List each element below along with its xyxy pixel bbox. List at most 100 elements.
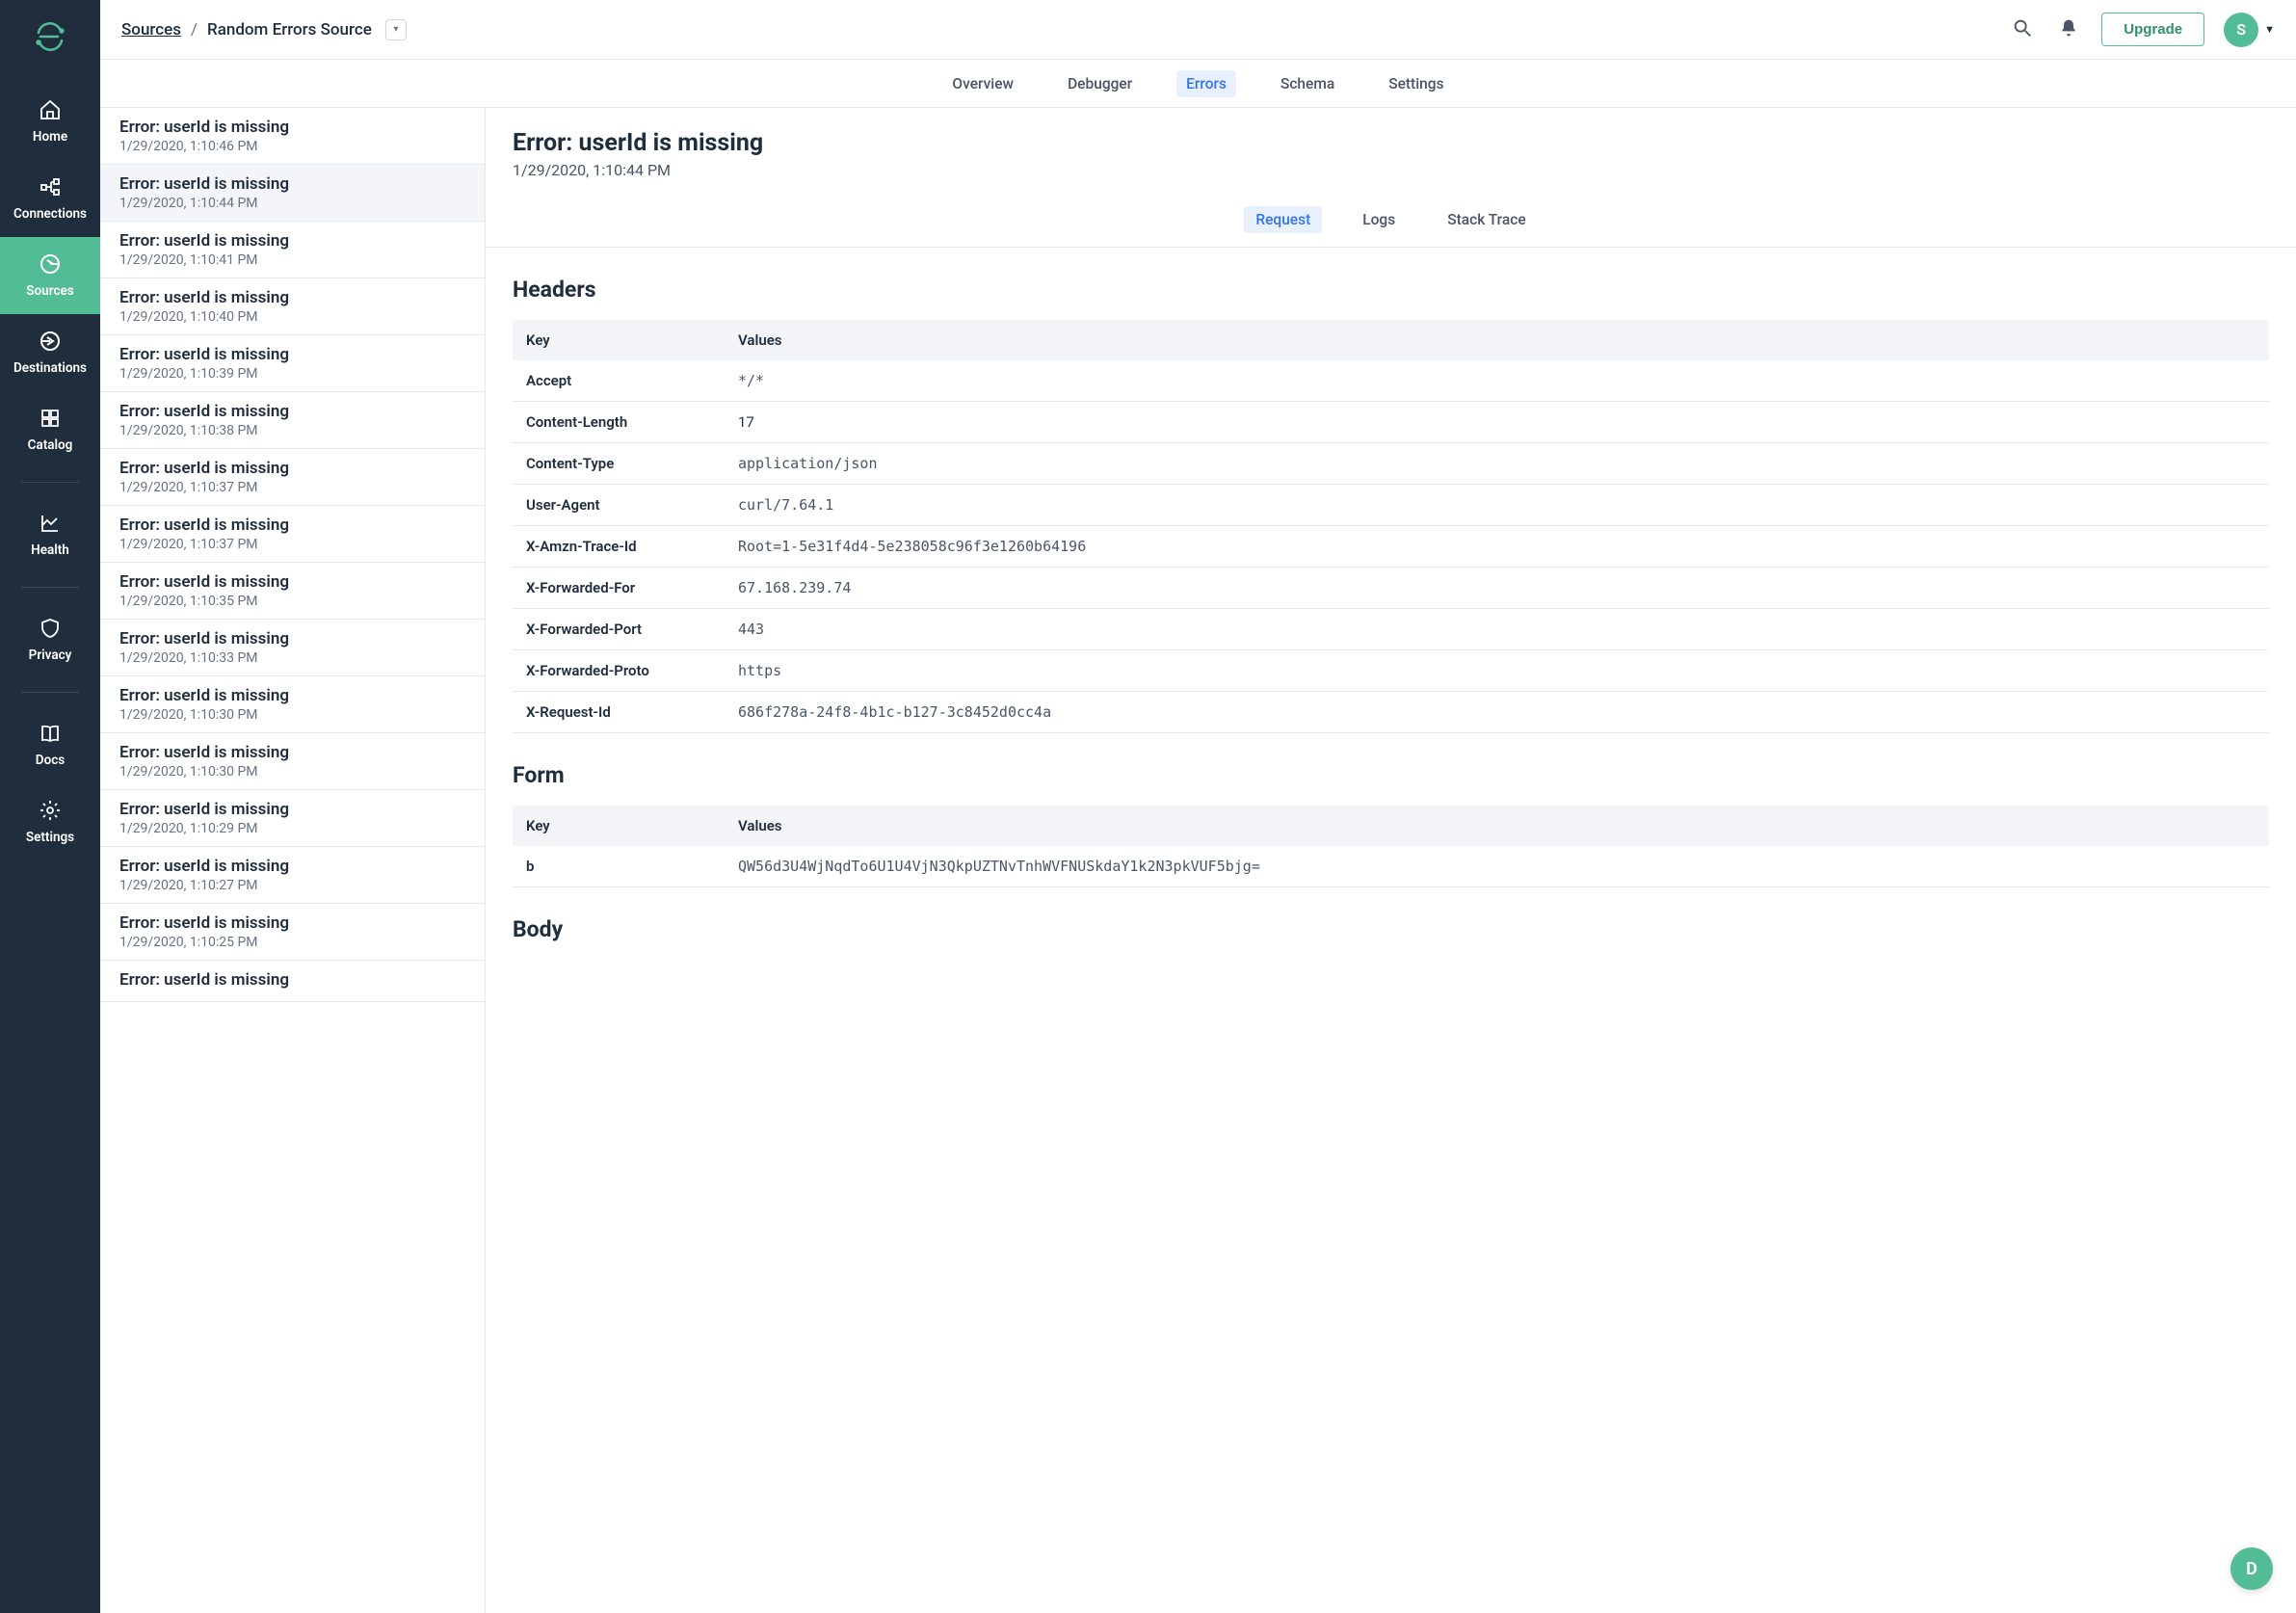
error-detail: Error: userId is missing 1/29/2020, 1:10… [486, 108, 2296, 1613]
error-item-title: Error: userId is missing [119, 913, 465, 933]
error-list-item[interactable]: Error: userId is missing1/29/2020, 1:10:… [100, 392, 485, 449]
table-row: X-Forwarded-Port443 [513, 609, 2269, 650]
table-row: X-Forwarded-Protohttps [513, 650, 2269, 692]
error-list-item[interactable]: Error: userId is missing1/29/2020, 1:10:… [100, 904, 485, 961]
search-button[interactable] [2009, 16, 2036, 43]
user-menu[interactable]: S ▼ [2224, 13, 2275, 47]
error-item-timestamp: 1/29/2020, 1:10:46 PM [119, 139, 465, 154]
sidebar-item-privacy[interactable]: Privacy [0, 601, 100, 678]
error-timestamp: 1/29/2020, 1:10:44 PM [513, 161, 2269, 179]
headers-table: Key Values Accept*/*Content-Length17Cont… [513, 320, 2269, 733]
table-row: X-Amzn-Trace-IdRoot=1-5e31f4d4-5e238058c… [513, 526, 2269, 568]
error-item-timestamp: 1/29/2020, 1:10:37 PM [119, 537, 465, 552]
sidebar-nav: Home Connections Sources Destinations [0, 83, 100, 860]
sidebar-item-sources[interactable]: Sources [0, 237, 100, 314]
home-icon [39, 98, 62, 121]
tab-overview[interactable]: Overview [942, 70, 1023, 97]
help-fab[interactable]: D [2230, 1547, 2273, 1590]
detail-tab-request[interactable]: Request [1244, 206, 1322, 233]
tab-debugger[interactable]: Debugger [1058, 70, 1142, 97]
error-list-item[interactable]: Error: userId is missing1/29/2020, 1:10:… [100, 563, 485, 620]
detail-tabs: Request Logs Stack Trace [486, 206, 2296, 248]
error-list-item[interactable]: Error: userId is missing [100, 961, 485, 1002]
sidebar-item-catalog[interactable]: Catalog [0, 391, 100, 468]
content: Error: userId is missing 1/29/2020, 1:10:… [100, 108, 2296, 1613]
sidebar-item-label: Sources [26, 283, 73, 299]
error-list-item[interactable]: Error: userId is missing1/29/2020, 1:10:… [100, 676, 485, 733]
error-item-timestamp: 1/29/2020, 1:10:40 PM [119, 309, 465, 325]
error-item-title: Error: userId is missing [119, 800, 465, 819]
tab-settings[interactable]: Settings [1379, 70, 1453, 97]
caret-down-icon: ▼ [2264, 23, 2275, 36]
error-item-title: Error: userId is missing [119, 516, 465, 535]
error-item-title: Error: userId is missing [119, 402, 465, 421]
error-list-item[interactable]: Error: userId is missing1/29/2020, 1:10:… [100, 108, 485, 165]
sidebar-item-label: Docs [36, 753, 65, 768]
sidebar-item-label: Privacy [29, 648, 72, 663]
sidebar-item-label: Home [33, 129, 67, 145]
logo[interactable] [0, 0, 100, 83]
error-list-item[interactable]: Error: userId is missing1/29/2020, 1:10:… [100, 790, 485, 847]
error-list-item[interactable]: Error: userId is missing1/29/2020, 1:10:… [100, 278, 485, 335]
error-list-item[interactable]: Error: userId is missing1/29/2020, 1:10:… [100, 847, 485, 904]
header-value: Root=1-5e31f4d4-5e238058c96f3e1260b64196 [725, 526, 2269, 568]
error-item-title: Error: userId is missing [119, 970, 465, 990]
book-icon [39, 722, 62, 745]
tab-errors[interactable]: Errors [1176, 70, 1236, 97]
error-list[interactable]: Error: userId is missing 1/29/2020, 1:10:… [100, 108, 486, 1613]
main: Sources / Random Errors Source ▾ [100, 0, 2296, 1613]
breadcrumb-current: Random Errors Source [207, 20, 372, 40]
error-list-item[interactable]: Error: userId is missing1/29/2020, 1:10:… [100, 449, 485, 506]
table-row: Content-Typeapplication/json [513, 443, 2269, 485]
error-list-item[interactable]: Error: userId is missing1/29/2020, 1:10:… [100, 620, 485, 676]
header-key: Content-Length [513, 402, 725, 443]
error-list-item[interactable]: Error: userId is missing 1/29/2020, 1:10:… [100, 506, 485, 563]
form-key: b [513, 846, 725, 887]
sidebar-item-connections[interactable]: Connections [0, 160, 100, 237]
sidebar-item-destinations[interactable]: Destinations [0, 314, 100, 391]
detail-tab-logs[interactable]: Logs [1351, 206, 1407, 233]
error-item-timestamp: 1/29/2020, 1:10:27 PM [119, 878, 465, 893]
source-dropdown-button[interactable]: ▾ [385, 19, 407, 40]
detail-tab-stack-trace[interactable]: Stack Trace [1436, 206, 1537, 233]
header-value: 443 [725, 609, 2269, 650]
th-values: Values [725, 806, 2269, 846]
notifications-button[interactable] [2055, 16, 2082, 43]
segment-logo-icon [33, 19, 67, 54]
sidebar-item-settings[interactable]: Settings [0, 783, 100, 860]
bell-icon [2059, 18, 2078, 41]
table-row: Content-Length17 [513, 402, 2269, 443]
sidebar-item-label: Settings [26, 830, 74, 845]
tab-schema[interactable]: Schema [1271, 70, 1344, 97]
sidebar-item-label: Health [31, 542, 69, 558]
header-value: */* [725, 360, 2269, 402]
error-list-item[interactable]: Error: userId is missing1/29/2020, 1:10:… [100, 222, 485, 278]
error-list-item[interactable]: Error: userId is missing1/29/2020, 1:10:… [100, 335, 485, 392]
sidebar-item-docs[interactable]: Docs [0, 706, 100, 783]
upgrade-button[interactable]: Upgrade [2101, 13, 2204, 46]
health-icon [39, 512, 62, 535]
error-item-title: Error: userId is missing [119, 231, 465, 251]
header-key: Content-Type [513, 443, 725, 485]
body-section-title: Body [513, 916, 2269, 942]
sidebar-item-home[interactable]: Home [0, 83, 100, 160]
error-list-item[interactable]: Error: userId is missing1/29/2020, 1:10:… [100, 733, 485, 790]
sidebar-item-label: Connections [13, 206, 87, 222]
error-item-timestamp: 1/29/2020, 1:10:35 PM [119, 594, 465, 609]
nav-divider [21, 692, 79, 693]
header-key: X-Amzn-Trace-Id [513, 526, 725, 568]
destinations-icon [39, 330, 62, 353]
source-tabs: Overview Debugger Errors Schema Settings [100, 60, 2296, 108]
header-value: 17 [725, 402, 2269, 443]
error-item-title: Error: userId is missing [119, 459, 465, 478]
sidebar-item-label: Catalog [28, 437, 73, 453]
avatar: S [2224, 13, 2258, 47]
error-item-timestamp: 1/29/2020, 1:10:39 PM [119, 366, 465, 382]
breadcrumb-root[interactable]: Sources [121, 20, 181, 40]
error-list-item[interactable]: Error: userId is missing1/29/2020, 1:10:… [100, 165, 485, 222]
sidebar-item-health[interactable]: Health [0, 496, 100, 573]
nav-divider [21, 482, 79, 483]
table-row: bQW56d3U4WjNqdTo6U1U4VjN3QkpUZTNvTnhWVFN… [513, 846, 2269, 887]
th-key: Key [513, 806, 725, 846]
header-key: User-Agent [513, 485, 725, 526]
